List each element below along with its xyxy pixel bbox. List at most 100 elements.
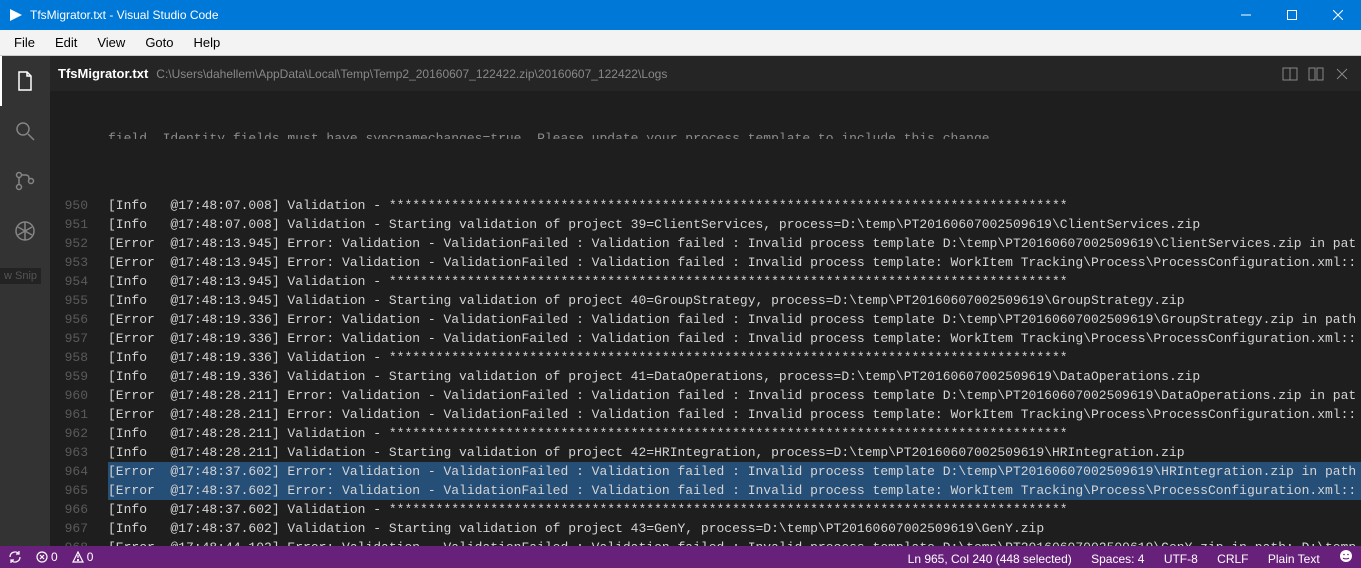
status-errors[interactable]: 0 — [36, 550, 58, 564]
tab-bar: TfsMigrator.txt C:\Users\dahellem\AppDat… — [50, 56, 1361, 91]
editor-line[interactable]: 966[Info @17:48:37.602] Validation - ***… — [50, 500, 1361, 519]
error-icon — [36, 551, 48, 563]
line-content: [Error @17:48:44.102] Error: Validation … — [108, 538, 1361, 546]
line-content: [Info @17:48:13.945] Validation - ******… — [108, 272, 1361, 291]
bug-icon — [13, 219, 37, 243]
line-content: [Error @17:48:13.945] Error: Validation … — [108, 234, 1361, 253]
status-cursor[interactable]: Ln 965, Col 240 (448 selected) — [908, 552, 1072, 566]
editor-line[interactable]: 965[Error @17:48:37.602] Error: Validati… — [50, 481, 1361, 500]
line-number: 953 — [50, 253, 108, 272]
editor-line[interactable]: 950[Info @17:48:07.008] Validation - ***… — [50, 196, 1361, 215]
warning-icon — [72, 551, 84, 563]
error-count: 0 — [51, 550, 58, 564]
git-icon — [13, 169, 37, 193]
menu-help[interactable]: Help — [184, 33, 231, 52]
status-feedback[interactable] — [1339, 549, 1353, 563]
line-number: 957 — [50, 329, 108, 348]
editor-line[interactable]: 958[Info @17:48:19.336] Validation - ***… — [50, 348, 1361, 367]
editor-line[interactable]: 952[Error @17:48:13.945] Error: Validati… — [50, 234, 1361, 253]
menu-view[interactable]: View — [87, 33, 135, 52]
line-number: 959 — [50, 367, 108, 386]
editor-line[interactable]: 951[Info @17:48:07.008] Validation - Sta… — [50, 215, 1361, 234]
line-number: 968 — [50, 538, 108, 546]
line-content: [Error @17:48:28.211] Error: Validation … — [108, 386, 1361, 405]
line-number: 961 — [50, 405, 108, 424]
editor-line[interactable]: 964[Error @17:48:37.602] Error: Validati… — [50, 462, 1361, 481]
editor-line[interactable]: 955[Info @17:48:13.945] Validation - Sta… — [50, 291, 1361, 310]
line-content: [Info @17:48:19.336] Validation - Starti… — [108, 367, 1361, 386]
line-content: [Info @17:48:07.008] Validation - ******… — [108, 196, 1361, 215]
line-content: [Error @17:48:37.602] Error: Validation … — [108, 481, 1361, 500]
editor-line[interactable]: 962[Info @17:48:28.211] Validation - ***… — [50, 424, 1361, 443]
warning-count: 0 — [87, 550, 94, 564]
line-number: 952 — [50, 234, 108, 253]
editor-line[interactable]: 956[Error @17:48:19.336] Error: Validati… — [50, 310, 1361, 329]
status-warnings[interactable]: 0 — [72, 550, 94, 564]
text-editor[interactable]: field. Identity fields must have syncnam… — [50, 91, 1361, 546]
git-activity[interactable] — [0, 156, 50, 206]
split-editor-button[interactable] — [1279, 63, 1301, 85]
tab-filename[interactable]: TfsMigrator.txt — [58, 66, 148, 81]
debug-activity[interactable] — [0, 206, 50, 256]
editor-line[interactable]: 959[Info @17:48:19.336] Validation - Sta… — [50, 367, 1361, 386]
search-activity[interactable] — [0, 106, 50, 156]
line-number: 966 — [50, 500, 108, 519]
line-content: [Error @17:48:37.602] Error: Validation … — [108, 462, 1361, 481]
line-content: [Error @17:48:19.336] Error: Validation … — [108, 329, 1361, 348]
close-editor-button[interactable] — [1331, 63, 1353, 85]
line-content: [Info @17:48:07.008] Validation - Starti… — [108, 215, 1361, 234]
activity-bar — [0, 56, 50, 546]
editor-area: TfsMigrator.txt C:\Users\dahellem\AppDat… — [50, 56, 1361, 546]
editor-line[interactable]: 968[Error @17:48:44.102] Error: Validati… — [50, 538, 1361, 546]
line-number: 958 — [50, 348, 108, 367]
smiley-icon — [1339, 549, 1353, 563]
status-git-sync[interactable] — [8, 550, 22, 564]
line-number: 964 — [50, 462, 108, 481]
line-content: [Info @17:48:28.211] Validation - ******… — [108, 424, 1361, 443]
split-icon — [1282, 66, 1298, 82]
explorer-activity[interactable] — [0, 56, 50, 106]
line-content: [Error @17:48:28.211] Error: Validation … — [108, 405, 1361, 424]
editor-line[interactable]: 960[Error @17:48:28.211] Error: Validati… — [50, 386, 1361, 405]
editor-line[interactable]: 953[Error @17:48:13.945] Error: Validati… — [50, 253, 1361, 272]
menu-edit[interactable]: Edit — [45, 33, 87, 52]
status-encoding[interactable]: UTF-8 — [1164, 552, 1198, 566]
tab-filepath: C:\Users\dahellem\AppData\Local\Temp\Tem… — [156, 67, 667, 81]
close-icon — [1335, 67, 1349, 81]
line-number: 955 — [50, 291, 108, 310]
editor-line[interactable]: 963[Info @17:48:28.211] Validation - Sta… — [50, 443, 1361, 462]
editor-line[interactable]: 957[Error @17:48:19.336] Error: Validati… — [50, 329, 1361, 348]
minimize-button[interactable] — [1223, 0, 1269, 30]
line-number: 951 — [50, 215, 108, 234]
overflow-icon — [1308, 66, 1324, 82]
line-content: [Info @17:48:37.602] Validation - ******… — [108, 500, 1361, 519]
more-actions-button[interactable] — [1305, 63, 1327, 85]
editor-line[interactable]: 954[Info @17:48:13.945] Validation - ***… — [50, 272, 1361, 291]
menubar: File Edit View Goto Help — [0, 30, 1361, 56]
workbench: w Snip TfsMigrator.txt C:\Users\dahellem… — [0, 56, 1361, 546]
menu-file[interactable]: File — [4, 33, 45, 52]
line-content: [Info @17:48:19.336] Validation - ******… — [108, 348, 1361, 367]
window-title: TfsMigrator.txt - Visual Studio Code — [30, 8, 219, 22]
line-number: 954 — [50, 272, 108, 291]
status-bar: 0 0 Ln 965, Col 240 (448 selected) Space… — [0, 546, 1361, 568]
line-number: 956 — [50, 310, 108, 329]
line-content: [Info @17:48:37.602] Validation - Starti… — [108, 519, 1361, 538]
status-eol[interactable]: CRLF — [1217, 552, 1248, 566]
line-content: [Info @17:48:13.945] Validation - Starti… — [108, 291, 1361, 310]
line-content: [Info @17:48:28.211] Validation - Starti… — [108, 443, 1361, 462]
editor-line[interactable]: 967[Info @17:48:37.602] Validation - Sta… — [50, 519, 1361, 538]
status-spaces[interactable]: Spaces: 4 — [1091, 552, 1144, 566]
close-button[interactable] — [1315, 0, 1361, 30]
line-number: 967 — [50, 519, 108, 538]
line-number: 960 — [50, 386, 108, 405]
menu-goto[interactable]: Goto — [135, 33, 183, 52]
maximize-button[interactable] — [1269, 0, 1315, 30]
status-mode[interactable]: Plain Text — [1268, 552, 1320, 566]
line-content: [Error @17:48:19.336] Error: Validation … — [108, 310, 1361, 329]
line-number: 950 — [50, 196, 108, 215]
line-number: 963 — [50, 443, 108, 462]
editor-line[interactable]: 961[Error @17:48:28.211] Error: Validati… — [50, 405, 1361, 424]
line-content: [Error @17:48:13.945] Error: Validation … — [108, 253, 1361, 272]
line-number: 965 — [50, 481, 108, 500]
